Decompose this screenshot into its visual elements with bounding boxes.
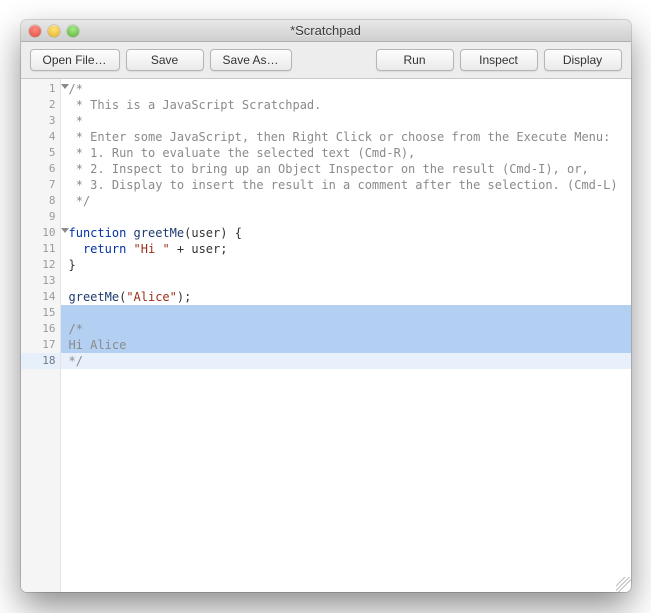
close-icon[interactable] xyxy=(29,25,41,37)
code-line[interactable]: return "Hi " + user; xyxy=(69,241,631,257)
code-line[interactable]: * xyxy=(69,113,631,129)
line-number: 2 xyxy=(21,97,60,113)
display-button[interactable]: Display xyxy=(544,49,622,71)
code-line[interactable]: * 3. Display to insert the result in a c… xyxy=(69,177,631,193)
code-line[interactable] xyxy=(69,209,631,225)
code-line[interactable]: * 1. Run to evaluate the selected text (… xyxy=(69,145,631,161)
code-line[interactable]: } xyxy=(69,257,631,273)
save-as-button[interactable]: Save As… xyxy=(210,49,292,71)
line-number: 7 xyxy=(21,177,60,193)
line-number: 6 xyxy=(21,161,60,177)
line-number: 13 xyxy=(21,273,60,289)
save-button[interactable]: Save xyxy=(126,49,204,71)
traffic-lights xyxy=(21,25,79,37)
window-title: *Scratchpad xyxy=(21,23,631,38)
toolbar: Open File… Save Save As… Run Inspect Dis… xyxy=(21,42,631,79)
titlebar[interactable]: *Scratchpad xyxy=(21,20,631,42)
line-number: 11 xyxy=(21,241,60,257)
code-line[interactable] xyxy=(69,273,631,289)
line-number: 10 xyxy=(21,225,60,241)
line-gutter: 123456789101112131415161718 xyxy=(21,79,61,592)
code-line[interactable]: greetMe("Alice"); xyxy=(69,289,631,305)
open-file-button[interactable]: Open File… xyxy=(30,49,120,71)
line-number: 5 xyxy=(21,145,60,161)
line-number: 14 xyxy=(21,289,60,305)
line-number: 15 xyxy=(21,305,60,321)
code-line[interactable]: * 2. Inspect to bring up an Object Inspe… xyxy=(69,161,631,177)
resize-grip-icon[interactable] xyxy=(616,577,631,592)
code-line[interactable] xyxy=(61,305,631,321)
run-button[interactable]: Run xyxy=(376,49,454,71)
code-line[interactable]: /* xyxy=(69,81,631,97)
code-area[interactable]: /* * This is a JavaScript Scratchpad. * … xyxy=(61,79,631,592)
line-number: 17 xyxy=(21,337,60,353)
code-line[interactable]: */ xyxy=(61,353,631,369)
line-number: 16 xyxy=(21,321,60,337)
code-line[interactable]: * This is a JavaScript Scratchpad. xyxy=(69,97,631,113)
inspect-button[interactable]: Inspect xyxy=(460,49,538,71)
code-line[interactable]: Hi Alice xyxy=(61,337,631,353)
code-line[interactable]: * Enter some JavaScript, then Right Clic… xyxy=(69,129,631,145)
code-line[interactable]: /* xyxy=(61,321,631,337)
toolbar-spacer xyxy=(298,49,370,71)
code-line[interactable]: function greetMe(user) { xyxy=(69,225,631,241)
code-line[interactable]: */ xyxy=(69,193,631,209)
line-number: 18 xyxy=(21,353,60,369)
zoom-icon[interactable] xyxy=(67,25,79,37)
minimize-icon[interactable] xyxy=(48,25,60,37)
line-number: 1 xyxy=(21,81,60,97)
line-number: 9 xyxy=(21,209,60,225)
line-number: 12 xyxy=(21,257,60,273)
code-editor[interactable]: 123456789101112131415161718 /* * This is… xyxy=(21,79,631,592)
line-number: 3 xyxy=(21,113,60,129)
line-number: 8 xyxy=(21,193,60,209)
line-number: 4 xyxy=(21,129,60,145)
app-window: *Scratchpad Open File… Save Save As… Run… xyxy=(21,20,631,592)
